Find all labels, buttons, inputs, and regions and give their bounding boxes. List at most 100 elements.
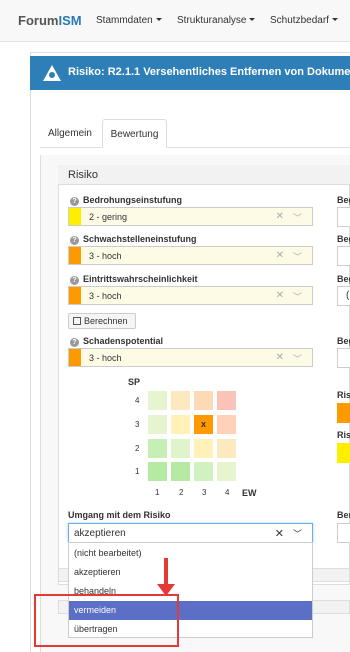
- chevron-down-icon[interactable]: ﹀: [293, 290, 302, 303]
- clear-icon[interactable]: ✕: [275, 527, 284, 540]
- matrix-cell: [194, 462, 213, 481]
- nav-schutzbedarf-label: Schutzbedarf: [270, 15, 329, 26]
- right-label: Beg: [337, 234, 350, 244]
- option-not-processed[interactable]: (nicht bearbeitet): [69, 544, 312, 563]
- probability-label: ? Eintrittswahrscheinlichkeit: [70, 274, 198, 285]
- probability-color-swatch: [69, 287, 81, 304]
- clear-icon[interactable]: ✕: [276, 290, 284, 301]
- matrix-cell: [171, 462, 190, 481]
- damage-label: ? Schadenspotential: [70, 336, 163, 347]
- right-label: Risi: [337, 390, 350, 400]
- chevron-down-icon[interactable]: ﹀: [293, 352, 302, 365]
- nav-schutzbedarf[interactable]: Schutzbedarf: [270, 15, 338, 26]
- help-icon[interactable]: ?: [70, 338, 79, 347]
- tab-bewertung[interactable]: Bewertung: [102, 119, 167, 148]
- matrix-cell: [217, 439, 236, 458]
- matrix-y-label: 3: [135, 420, 140, 429]
- threat-color-swatch: [69, 208, 81, 225]
- tab-allgemein[interactable]: Allgemein: [48, 119, 92, 148]
- damage-value: 3 - hoch: [89, 353, 122, 363]
- calculate-button[interactable]: Berechnen: [68, 313, 136, 329]
- matrix-x-label: 3: [202, 488, 207, 497]
- matrix-y-label: 4: [135, 396, 140, 405]
- probability-label-text: Eintrittswahrscheinlichkeit: [83, 274, 198, 284]
- caret-down-icon: [249, 18, 256, 21]
- risk-level-swatch: [337, 403, 350, 423]
- vulnerability-value: 3 - hoch: [89, 251, 122, 261]
- right-input[interactable]: [337, 207, 350, 227]
- matrix-cell: [194, 439, 213, 458]
- risk-panel-heading: Risiko: [58, 165, 350, 185]
- matrix-x-label: 4: [225, 488, 230, 497]
- matrix-y-label: 1: [135, 467, 140, 476]
- brand-ism: ISM: [58, 13, 82, 28]
- right-input[interactable]: (: [337, 286, 350, 306]
- nav-stammdaten[interactable]: Stammdaten: [96, 15, 162, 26]
- help-icon[interactable]: ?: [70, 236, 79, 245]
- right-label: Beg: [337, 336, 350, 346]
- annotation-highlight-box: [34, 594, 179, 647]
- matrix-cell: [217, 415, 236, 434]
- matrix-cell: [171, 391, 190, 410]
- modal-title: Risiko: R2.1.1 Versehentliches Entfernen…: [68, 66, 350, 78]
- vulnerability-label-text: Schwachstelleneinstufung: [83, 234, 197, 244]
- calculate-button-label: Berechnen: [84, 316, 128, 326]
- right-label: Beg: [337, 274, 350, 284]
- threat-select[interactable]: 2 - gering ✕ ﹀: [68, 207, 313, 226]
- matrix-cell: [148, 462, 167, 481]
- matrix-cell: [148, 439, 167, 458]
- brand-logo[interactable]: ForumISM: [18, 13, 82, 28]
- caret-down-icon: [155, 18, 162, 21]
- chevron-down-icon[interactable]: ﹀: [293, 211, 302, 224]
- threat-label: ? Bedrohungseinstufung: [70, 195, 182, 206]
- caret-down-icon: [331, 18, 338, 21]
- nav-strukturanalyse-label: Strukturanalyse: [177, 15, 247, 26]
- top-navbar: ForumISM Stammdaten Strukturanalyse Schu…: [0, 0, 350, 42]
- right-input[interactable]: [337, 523, 350, 543]
- probability-value: 3 - hoch: [89, 291, 122, 301]
- chevron-down-icon[interactable]: ﹀: [293, 527, 302, 540]
- damage-label-text: Schadenspotential: [83, 336, 164, 346]
- risk-handling-select[interactable]: akzeptieren ✕ ﹀: [68, 523, 313, 543]
- right-input[interactable]: [337, 348, 350, 368]
- risk-handling-label: Umgang mit dem Risiko: [68, 510, 171, 520]
- threat-value: 2 - gering: [89, 212, 128, 222]
- brand-forum: Forum: [18, 13, 59, 28]
- matrix-x-label: 1: [155, 488, 160, 497]
- matrix-cell: [171, 439, 190, 458]
- right-label: Ben: [337, 510, 350, 520]
- chevron-down-icon[interactable]: ﹀: [293, 250, 302, 263]
- nav-strukturanalyse[interactable]: Strukturanalyse: [177, 15, 256, 26]
- vulnerability-label: ? Schwachstelleneinstufung: [70, 234, 197, 245]
- help-icon[interactable]: ?: [70, 276, 79, 285]
- damage-select[interactable]: 3 - hoch ✕ ﹀: [68, 348, 313, 367]
- right-input[interactable]: [337, 246, 350, 266]
- matrix-cell: [148, 391, 167, 410]
- residual-risk-swatch: [337, 443, 350, 463]
- matrix-x-title: EW: [242, 488, 257, 498]
- matrix-marker-cell: x: [194, 415, 213, 434]
- matrix-x-label: 2: [179, 488, 184, 497]
- risk-warning-icon: [43, 65, 61, 81]
- matrix-cell: [148, 415, 167, 434]
- damage-color-swatch: [69, 349, 81, 366]
- modal-header: Risiko: R2.1.1 Versehentliches Entfernen…: [30, 56, 350, 90]
- option-accept[interactable]: akzeptieren: [69, 563, 312, 582]
- matrix-cell: [171, 415, 190, 434]
- matrix-cell: [217, 391, 236, 410]
- help-icon[interactable]: ?: [70, 197, 79, 206]
- matrix-y-title: SP: [128, 377, 141, 387]
- right-label: Beg: [337, 195, 350, 205]
- clear-icon[interactable]: ✕: [276, 211, 284, 222]
- right-label: Risi: [337, 430, 350, 440]
- risk-panel: [58, 165, 350, 585]
- nav-stammdaten-label: Stammdaten: [96, 15, 153, 26]
- clear-icon[interactable]: ✕: [276, 250, 284, 261]
- probability-select[interactable]: 3 - hoch ✕ ﹀: [68, 286, 313, 305]
- vulnerability-color-swatch: [69, 247, 81, 264]
- clear-icon[interactable]: ✕: [276, 352, 284, 363]
- matrix-cell: [217, 462, 236, 481]
- matrix-y-label: 2: [135, 444, 140, 453]
- annotation-arrow-shaft: [164, 558, 168, 586]
- vulnerability-select[interactable]: 3 - hoch ✕ ﹀: [68, 246, 313, 265]
